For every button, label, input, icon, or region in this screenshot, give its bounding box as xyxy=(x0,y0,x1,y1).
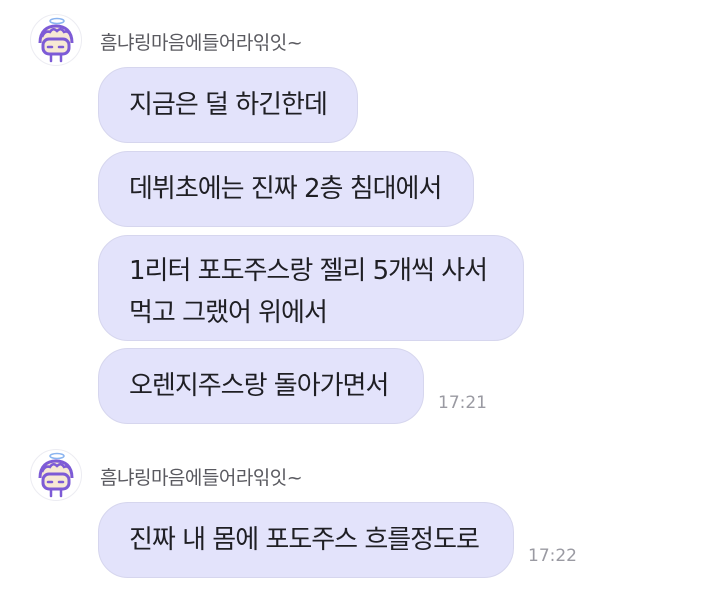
message-timestamp: 17:21 xyxy=(438,393,487,413)
character-face-avatar-icon xyxy=(38,452,74,498)
message-bubble[interactable]: 데뷔초에는 진짜 2층 침대에서 xyxy=(98,151,474,227)
sender-name: 흠냐링마음에들어라읶잇~ xyxy=(100,467,303,489)
message-text: 데뷔초에는 진짜 2층 침대에서 xyxy=(129,174,442,204)
message-bubble[interactable]: 1리터 포도주스랑 젤리 5개씩 사서 먹고 그랬어 위에서 xyxy=(98,235,524,341)
message-text: 진짜 내 몸에 포도주스 흐를정도로 xyxy=(129,525,480,555)
message-text: 지금은 덜 하긴한데 xyxy=(129,90,328,120)
avatar[interactable] xyxy=(30,449,82,501)
message-text: 먹고 그랬어 위에서 xyxy=(129,298,328,328)
message-timestamp: 17:22 xyxy=(528,546,577,566)
avatar[interactable] xyxy=(30,14,82,66)
message-bubble[interactable]: 오렌지주스랑 돌아가면서 xyxy=(98,348,424,424)
message-text: 1리터 포도주스랑 젤리 5개씩 사서 xyxy=(129,256,488,286)
sender-name: 흠냐링마음에들어라읶잇~ xyxy=(100,32,303,54)
message-text: 오렌지주스랑 돌아가면서 xyxy=(129,371,389,401)
character-face-avatar-icon xyxy=(38,17,74,63)
message-bubble[interactable]: 지금은 덜 하긴한데 xyxy=(98,67,358,143)
message-bubble[interactable]: 진짜 내 몸에 포도주스 흐를정도로 xyxy=(98,502,514,578)
